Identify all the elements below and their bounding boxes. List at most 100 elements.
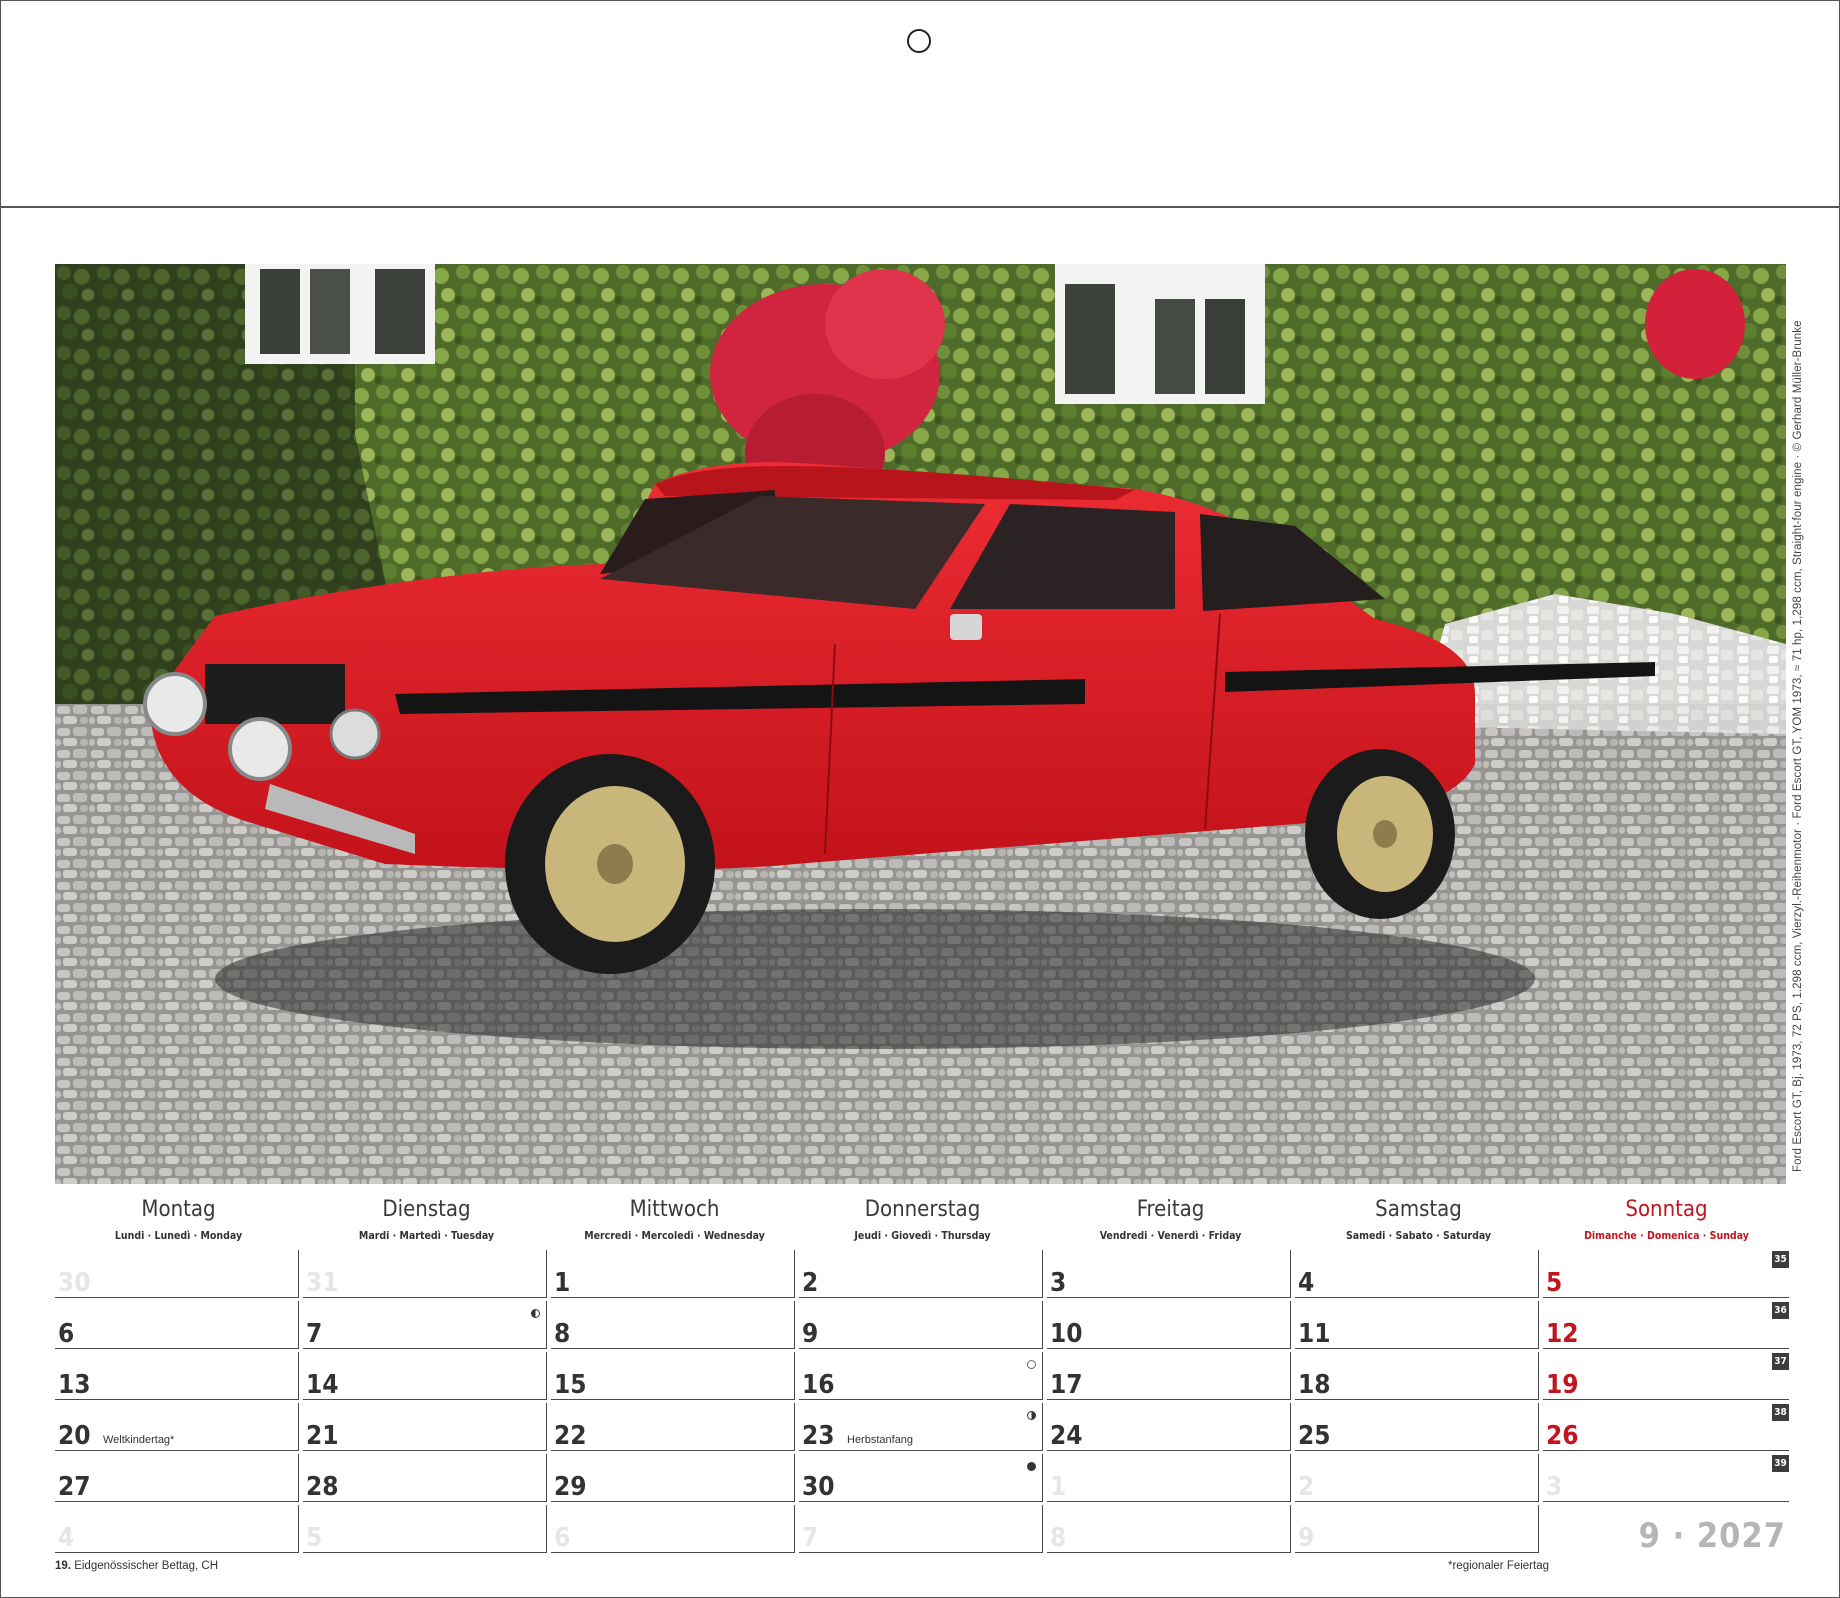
day-number: 31 bbox=[306, 1268, 339, 1298]
day-number: 13 bbox=[58, 1370, 91, 1400]
week-number-badge: 35 bbox=[1772, 1251, 1789, 1268]
day-number: 23 bbox=[802, 1421, 835, 1451]
day-cell: 7 bbox=[799, 1505, 1043, 1553]
week-number-badge: 39 bbox=[1772, 1455, 1789, 1472]
day-number: 22 bbox=[554, 1421, 587, 1451]
weekday-tuesday: Dienstag Mardi · Martedì · Tuesday bbox=[303, 1196, 550, 1242]
week-number-badge: 36 bbox=[1772, 1302, 1789, 1319]
weekday-saturday: Samstag Samedi · Sabato · Saturday bbox=[1295, 1196, 1542, 1242]
weekday-name: Freitag bbox=[1136, 1197, 1205, 1222]
weekday-name: Dienstag bbox=[382, 1197, 471, 1222]
day-number: 17 bbox=[1050, 1370, 1083, 1400]
day-number: 15 bbox=[554, 1370, 587, 1400]
holiday-text: Eidgenössischer Bettag, CH bbox=[74, 1560, 219, 1572]
day-cell: 31 bbox=[303, 1250, 547, 1298]
day-number: 29 bbox=[554, 1472, 587, 1502]
day-number: 10 bbox=[1050, 1319, 1083, 1349]
day-number: 2 bbox=[1298, 1472, 1315, 1502]
moon-phase-half-last-icon bbox=[531, 1309, 540, 1318]
day-note: Weltkindertag* bbox=[103, 1434, 175, 1446]
day-number: 12 bbox=[1546, 1319, 1579, 1349]
weekday-sunday: Sonntag Dimanche · Domenica · Sunday bbox=[1543, 1196, 1790, 1242]
day-number: 6 bbox=[58, 1319, 75, 1349]
weekday-monday: Montag Lundi · Lunedì · Monday bbox=[55, 1196, 302, 1242]
day-cell: 11 bbox=[1295, 1301, 1539, 1349]
day-number: 3 bbox=[1050, 1268, 1067, 1298]
weekday-wednesday: Mittwoch Mercredi · Mercoledì · Wednesda… bbox=[551, 1196, 798, 1242]
day-number: 20 bbox=[58, 1421, 91, 1451]
day-number: 30 bbox=[802, 1472, 835, 1502]
week-number-badge: 38 bbox=[1772, 1404, 1789, 1421]
day-cell: 3 bbox=[1047, 1250, 1291, 1298]
day-cell: 20 Weltkindertag* bbox=[55, 1403, 299, 1451]
day-cell: 19 37 bbox=[1543, 1352, 1789, 1400]
day-cell: 1 bbox=[1047, 1454, 1291, 1502]
weekday-translations: Lundi · Lunedì · Monday bbox=[114, 1230, 243, 1242]
day-cell: 29 bbox=[551, 1454, 795, 1502]
day-cell: 30 bbox=[799, 1454, 1043, 1502]
day-cell: 8 bbox=[551, 1301, 795, 1349]
day-number: 7 bbox=[306, 1319, 323, 1349]
day-cell: 2 bbox=[799, 1250, 1043, 1298]
moon-phase-half-first-icon bbox=[1027, 1411, 1036, 1420]
day-number: 1 bbox=[1050, 1472, 1067, 1502]
day-number: 30 bbox=[58, 1268, 91, 1298]
day-cell: 6 bbox=[551, 1505, 795, 1553]
weekday-translations: Mardi · Martedì · Tuesday bbox=[358, 1230, 495, 1242]
holiday-footnote: 19. Eidgenössischer Bettag, CH bbox=[55, 1560, 218, 1572]
weekday-name: Sonntag bbox=[1625, 1197, 1708, 1222]
holiday-day: 19. bbox=[55, 1560, 71, 1572]
photo-caption: Ford Escort GT, Bj. 1973, 72 PS, 1.298 c… bbox=[1792, 320, 1804, 1172]
weekday-name: Samstag bbox=[1375, 1197, 1462, 1222]
day-number: 8 bbox=[1050, 1523, 1067, 1553]
day-cell: 22 bbox=[551, 1403, 795, 1451]
day-number: 7 bbox=[802, 1523, 819, 1553]
day-number: 5 bbox=[306, 1523, 323, 1553]
moon-phase-full-icon bbox=[1027, 1360, 1036, 1369]
weekday-translations: Dimanche · Domenica · Sunday bbox=[1584, 1230, 1749, 1242]
car-photo bbox=[55, 264, 1786, 1184]
hanging-strip bbox=[0, 0, 1840, 208]
day-cell: 24 bbox=[1047, 1403, 1291, 1451]
day-number: 18 bbox=[1298, 1370, 1331, 1400]
day-cell: 7 bbox=[303, 1301, 547, 1349]
day-number: 14 bbox=[306, 1370, 339, 1400]
day-cell: 30 bbox=[55, 1250, 299, 1298]
day-number: 5 bbox=[1546, 1268, 1563, 1298]
day-cell: 25 bbox=[1295, 1403, 1539, 1451]
day-number: 9 bbox=[802, 1319, 819, 1349]
weekday-translations: Vendredi · Venerdì · Friday bbox=[1099, 1230, 1242, 1242]
day-cell: 13 bbox=[55, 1352, 299, 1400]
weekday-name: Mittwoch bbox=[629, 1197, 720, 1222]
day-cell: 5 bbox=[303, 1505, 547, 1553]
day-number: 8 bbox=[554, 1319, 571, 1349]
day-number: 24 bbox=[1050, 1421, 1083, 1451]
day-cell: 2 bbox=[1295, 1454, 1539, 1502]
day-cell: 10 bbox=[1047, 1301, 1291, 1349]
day-number: 28 bbox=[306, 1472, 339, 1502]
day-number: 6 bbox=[554, 1523, 571, 1553]
week-number-badge: 37 bbox=[1772, 1353, 1789, 1370]
day-cell: 14 bbox=[303, 1352, 547, 1400]
weekday-header-row: Montag Lundi · Lunedì · Monday Dienstag … bbox=[55, 1196, 1786, 1248]
day-cell: 18 bbox=[1295, 1352, 1539, 1400]
day-cell: 4 bbox=[55, 1505, 299, 1553]
day-cell: 15 bbox=[551, 1352, 795, 1400]
day-cell: 12 36 bbox=[1543, 1301, 1789, 1349]
day-cell: 9 bbox=[799, 1301, 1043, 1349]
day-number: 1 bbox=[554, 1268, 571, 1298]
weekday-name: Donnerstag bbox=[864, 1197, 981, 1222]
day-cell: 9 bbox=[1295, 1505, 1539, 1553]
day-cell: 1 bbox=[551, 1250, 795, 1298]
day-number: 27 bbox=[58, 1472, 91, 1502]
day-number: 4 bbox=[1298, 1268, 1315, 1298]
weekday-friday: Freitag Vendredi · Venerdì · Friday bbox=[1047, 1196, 1294, 1242]
day-cell: 16 bbox=[799, 1352, 1043, 1400]
weekday-translations: Samedi · Sabato · Saturday bbox=[1345, 1230, 1492, 1242]
day-number: 25 bbox=[1298, 1421, 1331, 1451]
day-number: 16 bbox=[802, 1370, 835, 1400]
day-cell: 21 bbox=[303, 1403, 547, 1451]
day-number: 11 bbox=[1298, 1319, 1331, 1349]
day-cell: 8 bbox=[1047, 1505, 1291, 1553]
weekday-translations: Jeudi · Giovedì · Thursday bbox=[854, 1230, 991, 1242]
